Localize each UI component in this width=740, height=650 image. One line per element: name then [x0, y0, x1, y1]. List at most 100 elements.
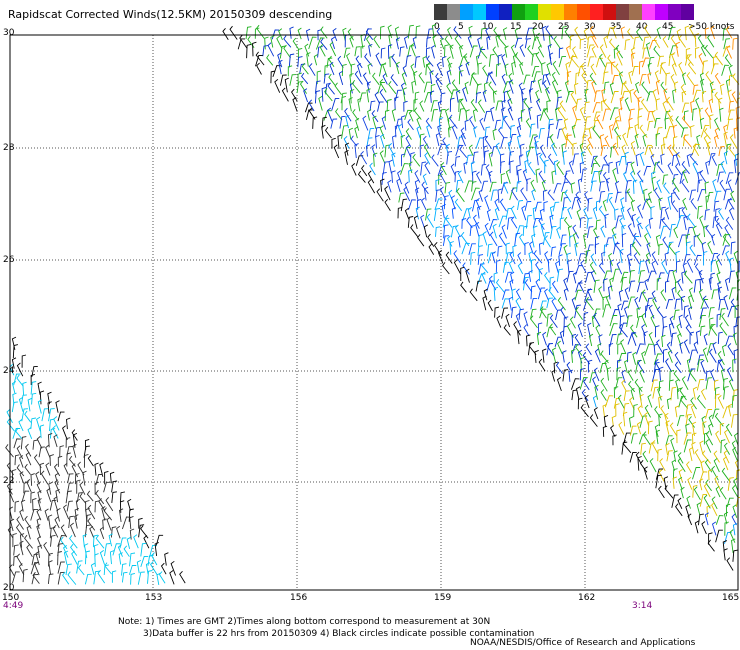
wind-barb	[245, 26, 252, 39]
wind-barb	[684, 270, 693, 284]
wind-barb	[693, 279, 700, 293]
wind-barb	[717, 331, 723, 345]
wind-barb	[631, 66, 639, 76]
wind-barb	[553, 36, 561, 49]
wind-barb	[412, 36, 417, 49]
wind-barb	[283, 35, 292, 48]
footer-notes: Note: 1) Times are GMT 2)Times along bot…	[118, 616, 534, 640]
wind-barb	[500, 173, 506, 184]
wind-barb	[133, 534, 139, 549]
wind-barb	[471, 181, 477, 192]
wind-barb	[559, 100, 566, 112]
wind-barb	[419, 100, 425, 112]
wind-barb	[464, 119, 469, 131]
wind-barb	[705, 479, 712, 492]
wind-barb	[9, 518, 15, 532]
wind-barb	[534, 201, 542, 212]
wind-barb	[547, 258, 553, 273]
wind-barb	[501, 224, 507, 239]
wind-barb	[614, 180, 620, 194]
wind-barb	[700, 388, 707, 400]
wind-barb	[721, 64, 729, 76]
wind-barb	[450, 163, 456, 176]
wind-barb	[501, 307, 509, 319]
wind-barb	[411, 80, 416, 94]
wind-barb	[687, 476, 693, 490]
wind-barb	[518, 308, 525, 320]
wind-barb	[630, 199, 636, 212]
wind-barb	[30, 417, 36, 430]
wind-barb	[472, 108, 478, 122]
wind-barb	[710, 63, 719, 75]
wind-barb	[656, 277, 662, 291]
wind-barb	[684, 25, 690, 41]
wind-barb	[730, 413, 738, 428]
wind-barb	[120, 491, 125, 502]
wind-barb	[633, 36, 640, 49]
wind-barb	[616, 261, 623, 275]
wind-barb	[699, 215, 705, 229]
wind-barb	[686, 258, 694, 273]
wind-barb	[155, 534, 164, 547]
wind-barb	[635, 81, 640, 94]
wind-barb	[30, 473, 35, 486]
wind-barb	[690, 125, 695, 138]
wind-barb	[609, 323, 618, 336]
wind-barb	[136, 559, 142, 574]
wind-barb	[645, 42, 651, 57]
wind-barb	[417, 234, 425, 247]
wind-barb	[553, 183, 562, 194]
wind-barb	[583, 377, 590, 391]
wind-barb	[675, 41, 680, 57]
wind-barb	[647, 120, 654, 131]
wind-barb	[609, 107, 619, 121]
wind-barb	[664, 252, 669, 266]
wind-barb	[593, 312, 601, 327]
wind-barb	[488, 53, 495, 67]
wind-barb	[612, 268, 620, 282]
wind-barb	[565, 45, 571, 59]
wind-barb	[590, 63, 597, 76]
wind-barb	[264, 36, 269, 50]
wind-barb	[442, 235, 450, 246]
wind-barb	[627, 296, 636, 309]
wind-barb	[504, 63, 509, 76]
wind-barb	[316, 70, 322, 85]
wind-barb	[592, 125, 601, 139]
wind-barb	[631, 52, 636, 68]
wind-barb	[679, 342, 684, 354]
wind-barb	[683, 110, 689, 122]
wind-barb	[491, 251, 496, 264]
wind-barb	[480, 163, 487, 176]
wind-barb	[515, 297, 522, 311]
wind-barb	[655, 325, 660, 338]
wind-barb	[694, 33, 700, 48]
wind-barb	[705, 194, 710, 210]
wind-barb	[524, 201, 532, 211]
wind-barb	[510, 306, 517, 318]
wind-barb	[164, 552, 169, 566]
wind-barb	[575, 72, 581, 84]
wind-barb	[229, 25, 238, 40]
wind-barb	[666, 450, 673, 462]
wind-barb	[495, 259, 501, 273]
wind-barb	[413, 215, 419, 230]
wind-barb	[408, 199, 416, 211]
wind-barb	[593, 407, 599, 420]
wind-barb	[628, 70, 633, 84]
wind-barb	[482, 231, 488, 246]
wind-barb	[633, 89, 641, 103]
wind-barb	[698, 478, 704, 491]
wind-barb	[584, 394, 590, 409]
wind-barb	[523, 311, 529, 327]
wind-barb	[435, 179, 440, 192]
wind-barb	[492, 223, 497, 239]
wind-barb	[583, 101, 590, 114]
wind-barb	[255, 55, 263, 67]
wind-barb	[104, 543, 111, 557]
wind-barb	[557, 106, 566, 121]
wind-barb	[689, 369, 697, 382]
wind-barb	[641, 289, 648, 302]
wind-barb	[143, 535, 150, 549]
wind-barb	[634, 296, 640, 310]
